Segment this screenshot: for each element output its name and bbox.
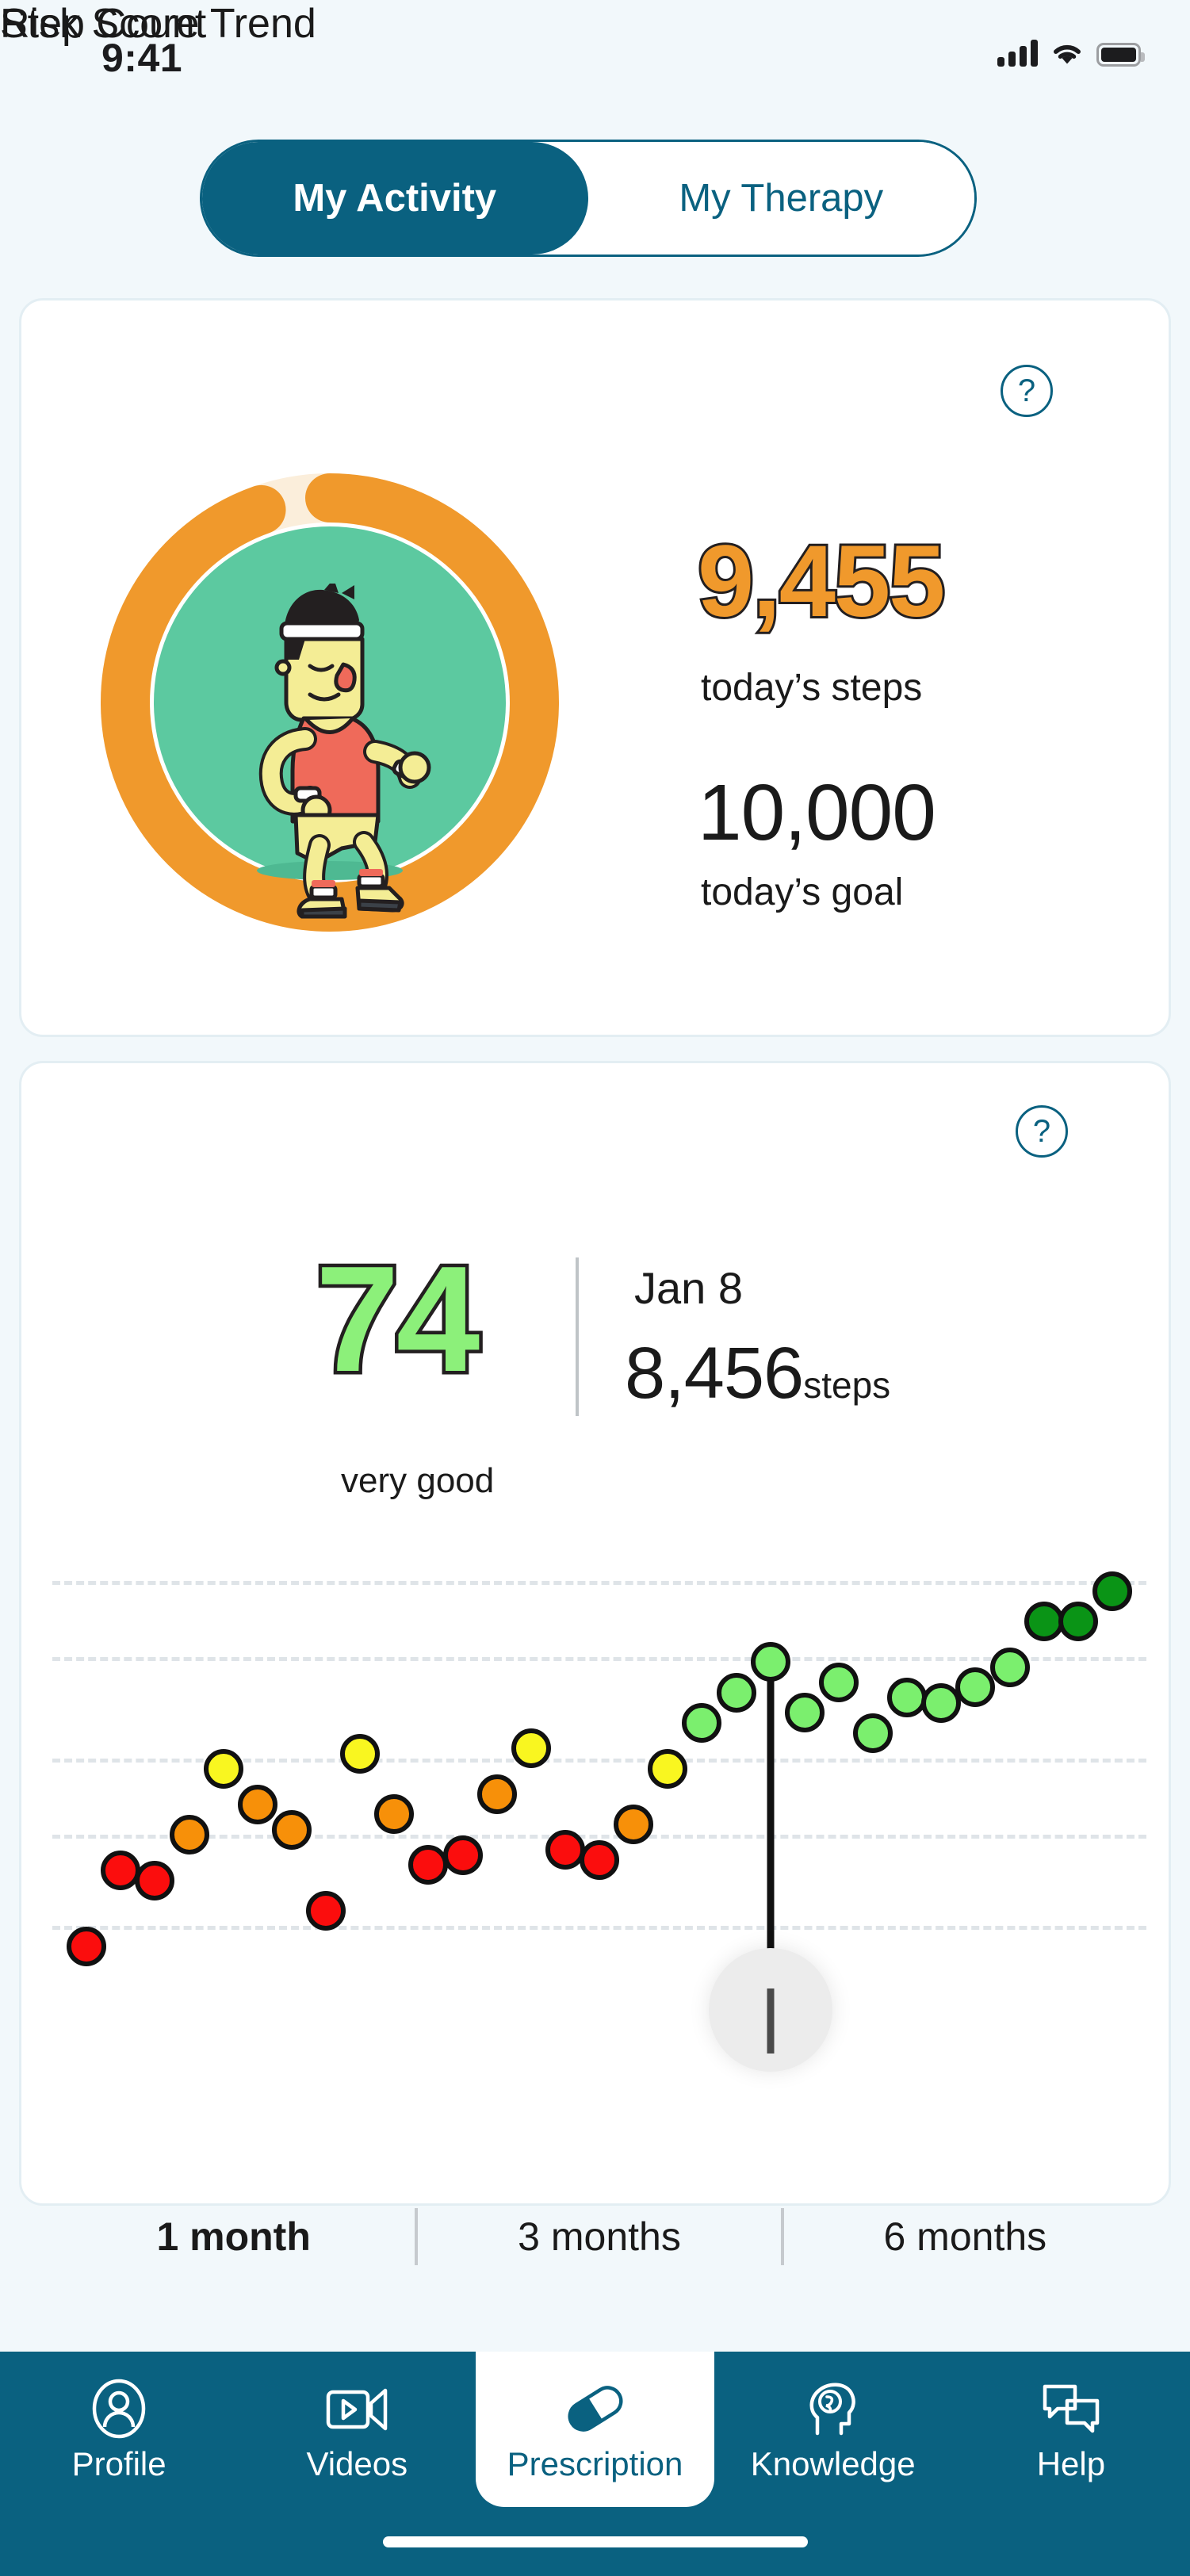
chart-data-point[interactable] <box>989 1647 1030 1687</box>
chart-data-point[interactable] <box>750 1642 790 1682</box>
chart-data-point[interactable] <box>716 1672 756 1713</box>
chart-data-point[interactable] <box>203 1748 243 1789</box>
chart-gridline <box>52 1657 1146 1661</box>
nav-item-help[interactable]: Help <box>952 2352 1190 2507</box>
status-bar-icons <box>997 40 1145 67</box>
wifi-icon <box>1054 44 1081 64</box>
activity-therapy-segmented-control[interactable]: My Activity My Therapy <box>200 140 977 257</box>
nav-item-videos[interactable]: Videos <box>238 2352 476 2507</box>
chart-data-point[interactable] <box>955 1667 996 1708</box>
chart-gridline <box>52 1581 1146 1585</box>
nav-item-profile[interactable]: Profile <box>0 2352 238 2507</box>
chart-data-point[interactable] <box>67 1926 107 1966</box>
nav-label-prescription: Prescription <box>507 2445 683 2482</box>
risk-score-divider <box>576 1257 579 1416</box>
chart-data-point[interactable] <box>340 1733 381 1774</box>
chat-bubbles-icon <box>1040 2378 1102 2440</box>
nav-item-prescription[interactable]: Prescription <box>476 2352 714 2507</box>
range-6-months[interactable]: 6 months <box>784 2214 1146 2260</box>
bottom-navigation-bar: Profile Videos Prescription Knowledge He… <box>0 2352 1190 2576</box>
nav-label-profile: Profile <box>71 2445 166 2482</box>
nav-label-videos: Videos <box>306 2445 408 2482</box>
time-range-selector[interactable]: 1 month 3 months 6 months <box>52 2193 1146 2280</box>
chart-data-point[interactable] <box>442 1835 483 1875</box>
chart-data-point[interactable] <box>237 1784 277 1824</box>
chart-selector-handle-line <box>767 1988 775 2054</box>
chart-data-point[interactable] <box>580 1840 619 1880</box>
today-goal-value: 10,000 <box>698 768 936 857</box>
app-screen: 9:41 My Activity My Therapy Step Count ? <box>0 0 1190 2576</box>
chart-data-point[interactable] <box>648 1748 688 1789</box>
chart-data-point[interactable] <box>476 1774 517 1814</box>
step-count-help-icon[interactable]: ? <box>1001 365 1053 417</box>
risk-score-title: Risk Score Trend <box>0 1 316 47</box>
chart-data-point[interactable] <box>784 1693 825 1733</box>
chart-data-point[interactable] <box>682 1703 722 1743</box>
running-person-illustration <box>258 584 431 919</box>
risk-steps-unit: steps <box>803 1365 891 1406</box>
chart-data-point[interactable] <box>511 1728 551 1769</box>
risk-selected-date: Jan 8 <box>634 1263 743 1313</box>
chart-gridline <box>52 1835 1146 1839</box>
risk-steps-number: 8,456 <box>625 1333 804 1414</box>
chart-data-point[interactable] <box>614 1805 654 1845</box>
risk-score-label: very good <box>341 1461 495 1500</box>
today-goal-label: today’s goal <box>701 871 904 913</box>
tab-my-therapy[interactable]: My Therapy <box>587 142 974 255</box>
signal-bars-icon <box>997 40 1038 67</box>
range-1-month[interactable]: 1 month <box>52 2214 415 2260</box>
nav-item-knowledge[interactable]: Knowledge <box>714 2352 952 2507</box>
nav-label-knowledge: Knowledge <box>750 2445 916 2482</box>
chart-data-point[interactable] <box>818 1663 859 1702</box>
chart-data-point[interactable] <box>545 1830 585 1870</box>
today-steps-label: today’s steps <box>701 667 923 709</box>
chart-data-point[interactable] <box>169 1815 209 1854</box>
video-camera-icon <box>325 2378 388 2440</box>
risk-score-value: 74 <box>312 1232 483 1407</box>
chart-selector-line <box>767 1662 775 1988</box>
chart-data-point[interactable] <box>887 1678 928 1718</box>
nav-label-help: Help <box>1036 2445 1106 2482</box>
risk-score-scatter-chart[interactable] <box>52 1530 1146 2072</box>
chart-data-point[interactable] <box>374 1794 415 1835</box>
chart-data-point[interactable] <box>1092 1571 1132 1611</box>
chart-gridline <box>52 1926 1146 1931</box>
brain-head-icon <box>809 2383 855 2436</box>
chart-data-point[interactable] <box>101 1850 141 1890</box>
chart-data-point[interactable] <box>853 1713 893 1753</box>
today-steps-value: 9,455 <box>695 522 947 641</box>
risk-score-help-icon[interactable]: ? <box>1016 1105 1068 1158</box>
profile-icon <box>91 2378 147 2440</box>
chart-data-point[interactable] <box>135 1860 175 1900</box>
risk-selected-steps: 8,456steps <box>625 1332 890 1415</box>
chart-data-point[interactable] <box>271 1809 312 1850</box>
chart-data-point[interactable] <box>1058 1602 1098 1642</box>
home-indicator <box>382 2536 808 2547</box>
battery-full-icon <box>1096 43 1145 67</box>
pill-icon <box>563 2378 628 2440</box>
tab-my-activity[interactable]: My Activity <box>202 142 588 255</box>
step-progress-ring <box>76 465 576 940</box>
chart-data-point[interactable] <box>306 1891 346 1931</box>
range-3-months[interactable]: 3 months <box>418 2214 780 2260</box>
